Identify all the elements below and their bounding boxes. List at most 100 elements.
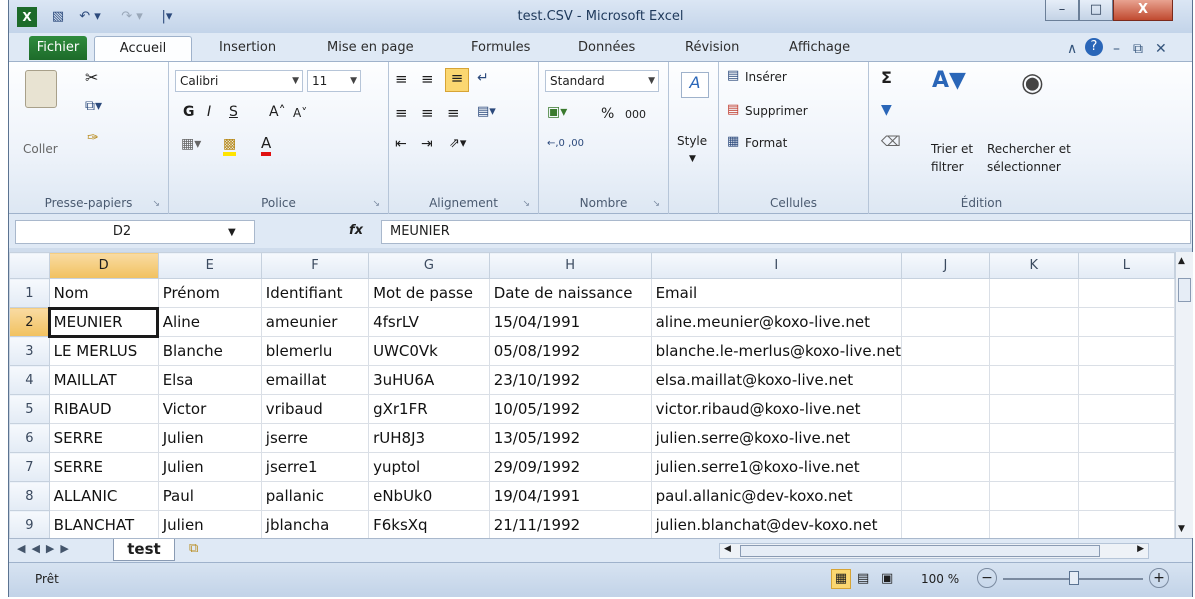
tab-review[interactable]: Révision [685,40,739,55]
cell[interactable]: julien.serre@koxo-live.net [650,423,903,453]
cell[interactable] [988,336,1079,366]
column-header[interactable]: J [901,252,990,279]
format-painter-icon[interactable]: ✑ [87,130,99,146]
cell[interactable]: RIBAUD [48,394,159,424]
cell[interactable]: jblancha [260,510,370,538]
cell[interactable] [988,481,1079,511]
horizontal-scroll-thumb[interactable] [740,545,1100,557]
cell[interactable]: emaillat [260,365,370,395]
number-format-select[interactable]: Standard ▼ [545,70,659,92]
cell[interactable] [901,423,990,453]
cell[interactable]: 10/05/1992 [488,394,652,424]
cell[interactable]: Mot de passe [368,278,490,308]
find-select-label[interactable]: Rechercher et [987,142,1071,156]
cell[interactable]: MAILLAT [48,365,159,395]
new-sheet-icon[interactable]: ⧉ [189,541,198,556]
align-center-icon[interactable]: ≡ [421,104,434,122]
cell[interactable]: Nom [48,278,159,308]
clear-icon[interactable]: ⌫ [881,134,901,150]
cell[interactable]: jserre [260,423,370,453]
maximize-button[interactable]: □ [1079,0,1113,21]
normal-view-icon[interactable]: ▦ [831,569,851,589]
wrap-text-icon[interactable]: ↵ [477,70,489,86]
cell[interactable]: BLANCHAT [48,510,159,538]
scroll-left-icon[interactable]: ◀ [724,544,731,554]
zoom-in-button[interactable]: + [1149,568,1169,588]
collapse-ribbon-icon[interactable]: ∧ [1067,41,1077,57]
cell[interactable] [901,278,990,308]
row-header[interactable]: 2 [9,307,50,337]
workbook-restore-icon[interactable]: ⧉ [1133,41,1143,57]
styles-button[interactable]: Style [677,134,707,148]
cell[interactable] [988,423,1079,453]
sort-filter-label-2[interactable]: filtrer [931,160,964,174]
workbook-minimize-icon[interactable]: – [1113,41,1120,57]
cell[interactable]: Elsa [157,365,262,395]
sheet-tab[interactable]: test [113,539,175,561]
tab-insert[interactable]: Insertion [219,40,276,55]
cell[interactable]: Julien [157,510,262,538]
fill-icon[interactable]: ▼ [881,102,892,118]
cell[interactable] [1077,452,1175,482]
cell[interactable]: Julien [157,452,262,482]
font-color-button[interactable]: A [261,134,272,156]
fill-color-icon[interactable]: ▩ [223,136,237,156]
underline-button[interactable]: S [229,104,238,120]
cell[interactable]: vribaud [260,394,370,424]
bold-button[interactable]: G [183,104,195,120]
cell[interactable]: 19/04/1991 [488,481,652,511]
formula-input[interactable]: MEUNIER [381,220,1191,244]
font-size-select[interactable]: 11 ▼ [307,70,361,92]
percent-button[interactable]: % [601,106,614,122]
cell[interactable]: julien.blanchat@dev-koxo.net [650,510,903,538]
cell[interactable]: yuptol [368,452,490,482]
cell[interactable]: UWC0Vk [368,336,490,366]
borders-icon[interactable]: ▦▾ [181,136,201,152]
column-header[interactable]: D [48,252,159,279]
cell[interactable]: SERRE [48,423,159,453]
tab-data[interactable]: Données [578,40,635,55]
cell[interactable]: Identifiant [260,278,370,308]
cell[interactable]: Julien [157,423,262,453]
cell[interactable]: 13/05/1992 [488,423,652,453]
cell[interactable]: blanche.le-merlus@koxo-live.net [650,336,903,366]
align-top-icon[interactable]: ≡ [395,70,408,88]
row-header[interactable]: 1 [9,278,50,308]
insert-cells-button[interactable]: Insérer [745,70,787,84]
sort-filter-label[interactable]: Trier et [931,142,973,156]
cell[interactable] [901,481,990,511]
row-header[interactable]: 5 [9,394,50,424]
cell[interactable] [988,278,1079,308]
column-header[interactable]: K [988,252,1079,279]
scroll-down-icon[interactable]: ▼ [1178,524,1185,534]
help-icon[interactable]: ? [1085,38,1103,56]
row-header[interactable]: 4 [9,365,50,395]
cell[interactable]: pallanic [260,481,370,511]
column-header[interactable]: E [157,252,262,279]
cell[interactable]: Victor [157,394,262,424]
cut-icon[interactable]: ✂ [85,68,98,87]
cell[interactable]: Email [650,278,903,308]
page-break-view-icon[interactable]: ▣ [881,571,893,586]
increase-indent-icon[interactable]: ⇥ [421,136,433,152]
row-header[interactable]: 7 [9,452,50,482]
find-select-icon[interactable]: ◉ [1021,68,1044,98]
cell[interactable] [1077,365,1175,395]
row-header[interactable]: 6 [9,423,50,453]
cell[interactable] [1077,510,1175,538]
align-bottom-icon[interactable]: ≡ [445,68,469,92]
minimize-button[interactable]: – [1045,0,1079,21]
format-cells-icon[interactable]: ▦ [727,134,739,149]
cell[interactable] [901,510,990,538]
tab-page-layout[interactable]: Mise en page [327,40,414,55]
delete-cells-icon[interactable]: ▤ [727,102,739,117]
cell[interactable]: LE MERLUS [48,336,159,366]
cell[interactable]: victor.ribaud@koxo-live.net [650,394,903,424]
cell[interactable] [901,452,990,482]
currency-icon[interactable]: ▣▾ [547,104,567,120]
sheet-nav-icon[interactable]: ◀◀▶▶ [17,542,75,555]
cell[interactable] [901,365,990,395]
cell[interactable] [988,394,1079,424]
cell[interactable]: 29/09/1992 [488,452,652,482]
name-box[interactable]: D2 ▼ [15,220,255,244]
